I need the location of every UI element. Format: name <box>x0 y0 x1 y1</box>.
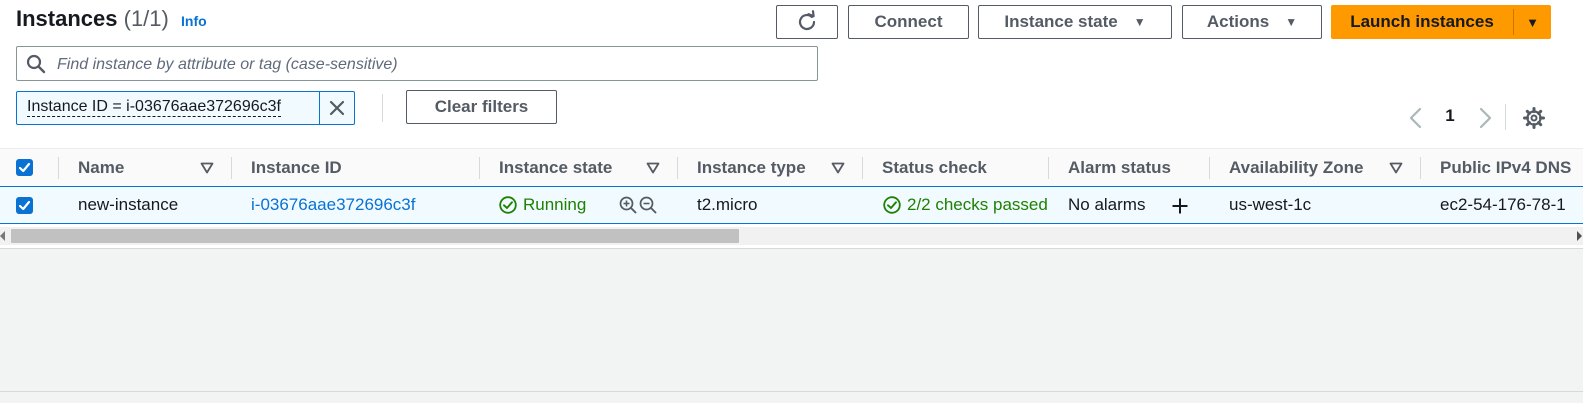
instance-state-dropdown[interactable]: Instance state ▼ <box>978 5 1172 39</box>
check-circle-icon <box>883 196 901 214</box>
gear-icon <box>1523 107 1545 129</box>
caret-down-icon: ▼ <box>1133 15 1146 29</box>
table-header: Name Instance ID Instance state Instance… <box>0 148 1583 188</box>
actions-label: Actions <box>1206 12 1270 31</box>
scroll-right-arrow-icon[interactable] <box>1577 231 1582 241</box>
refresh-button[interactable] <box>776 5 838 39</box>
scroll-left-arrow-icon[interactable] <box>0 231 5 241</box>
title-text: Instances <box>16 6 118 31</box>
cell-public-ipv4-dns: ec2-54-176-78-1 <box>1440 195 1566 214</box>
column-header-status-check[interactable]: Status check <box>882 149 987 187</box>
sort-icon[interactable] <box>1389 161 1403 175</box>
connect-label: Connect <box>874 12 943 31</box>
zoom-out-icon[interactable] <box>639 196 657 214</box>
column-divider <box>677 157 678 179</box>
search-icon <box>26 54 46 74</box>
column-divider <box>1420 157 1421 179</box>
column-header-name[interactable]: Name <box>78 149 124 187</box>
refresh-icon <box>798 10 816 31</box>
launch-dropdown-button[interactable]: ▼ <box>1514 5 1551 39</box>
instances-panel: Instances (1/1) Info Connect Instance st… <box>0 0 1583 249</box>
search-box <box>16 46 818 81</box>
filter-token: Instance ID = i-03676aae372696c3f <box>16 91 355 125</box>
checkmark-icon <box>18 162 31 173</box>
instance-id-link[interactable]: i-03676aae372696c3f <box>251 187 415 223</box>
column-divider <box>58 157 59 179</box>
preferences-button[interactable] <box>1522 106 1546 130</box>
column-header-alarm-status[interactable]: Alarm status <box>1068 149 1171 187</box>
cell-name: new-instance <box>78 195 179 214</box>
cell-availability-zone: us-west-1c <box>1229 195 1312 214</box>
column-header-availability-zone[interactable]: Availability Zone <box>1229 149 1363 187</box>
sort-icon[interactable] <box>200 161 214 175</box>
instance-count: (1/1) <box>123 6 169 31</box>
zoom-in-icon[interactable] <box>619 196 637 214</box>
column-header-public-ipv4-dns[interactable]: Public IPv4 DNS <box>1440 149 1571 187</box>
launch-instances-button[interactable]: Launch instances <box>1331 5 1513 39</box>
column-divider <box>479 157 480 179</box>
clear-filters-label: Clear filters <box>434 97 529 116</box>
info-link[interactable]: Info <box>181 13 207 29</box>
next-page-button[interactable] <box>1475 106 1495 130</box>
row-checkbox[interactable] <box>16 197 33 214</box>
page-title: Instances (1/1) <box>16 6 169 32</box>
filter-token-text[interactable]: Instance ID = i-03676aae372696c3f <box>27 98 281 117</box>
scrollbar-thumb[interactable] <box>11 229 739 243</box>
checkmark-icon <box>18 200 31 211</box>
column-header-instance-id[interactable]: Instance ID <box>251 149 342 187</box>
alarm-status-value: No alarms <box>1068 195 1146 214</box>
column-divider <box>231 157 232 179</box>
remove-filter-button[interactable] <box>320 92 354 124</box>
previous-page-button[interactable] <box>1406 106 1426 130</box>
chevron-right-icon <box>1479 107 1492 129</box>
search-input[interactable] <box>55 49 809 80</box>
cell-instance-type: t2.micro <box>697 195 758 214</box>
clear-filters-button[interactable]: Clear filters <box>406 90 557 124</box>
column-header-instance-state[interactable]: Instance state <box>499 149 612 187</box>
instance-state-value: Running <box>523 195 587 214</box>
connect-button[interactable]: Connect <box>848 5 969 39</box>
sort-icon[interactable] <box>646 161 660 175</box>
check-circle-icon <box>499 196 517 214</box>
column-divider <box>1209 157 1210 179</box>
sort-icon[interactable] <box>831 161 845 175</box>
add-alarm-icon[interactable] <box>1171 197 1189 215</box>
column-divider <box>862 157 863 179</box>
actions-dropdown[interactable]: Actions ▼ <box>1182 5 1322 39</box>
column-divider <box>1048 157 1049 179</box>
column-header-instance-type[interactable]: Instance type <box>697 149 806 187</box>
caret-down-icon: ▼ <box>1285 15 1298 29</box>
details-pane-divider <box>0 391 1583 392</box>
status-check-value: 2/2 checks passed <box>907 195 1048 214</box>
pager-divider <box>1505 104 1506 130</box>
select-all-checkbox[interactable] <box>16 159 33 176</box>
current-page[interactable]: 1 <box>1438 106 1462 126</box>
horizontal-scrollbar[interactable] <box>0 227 1583 245</box>
launch-instances-split-button: Launch instances ▼ <box>1331 5 1551 39</box>
chevron-left-icon <box>1409 107 1422 129</box>
instance-state-label: Instance state <box>1004 12 1118 31</box>
table-row[interactable]: new-instance i-03676aae372696c3f Running… <box>0 186 1583 224</box>
close-icon <box>329 100 345 116</box>
filter-divider <box>382 94 383 122</box>
caret-down-icon: ▼ <box>1526 14 1539 30</box>
